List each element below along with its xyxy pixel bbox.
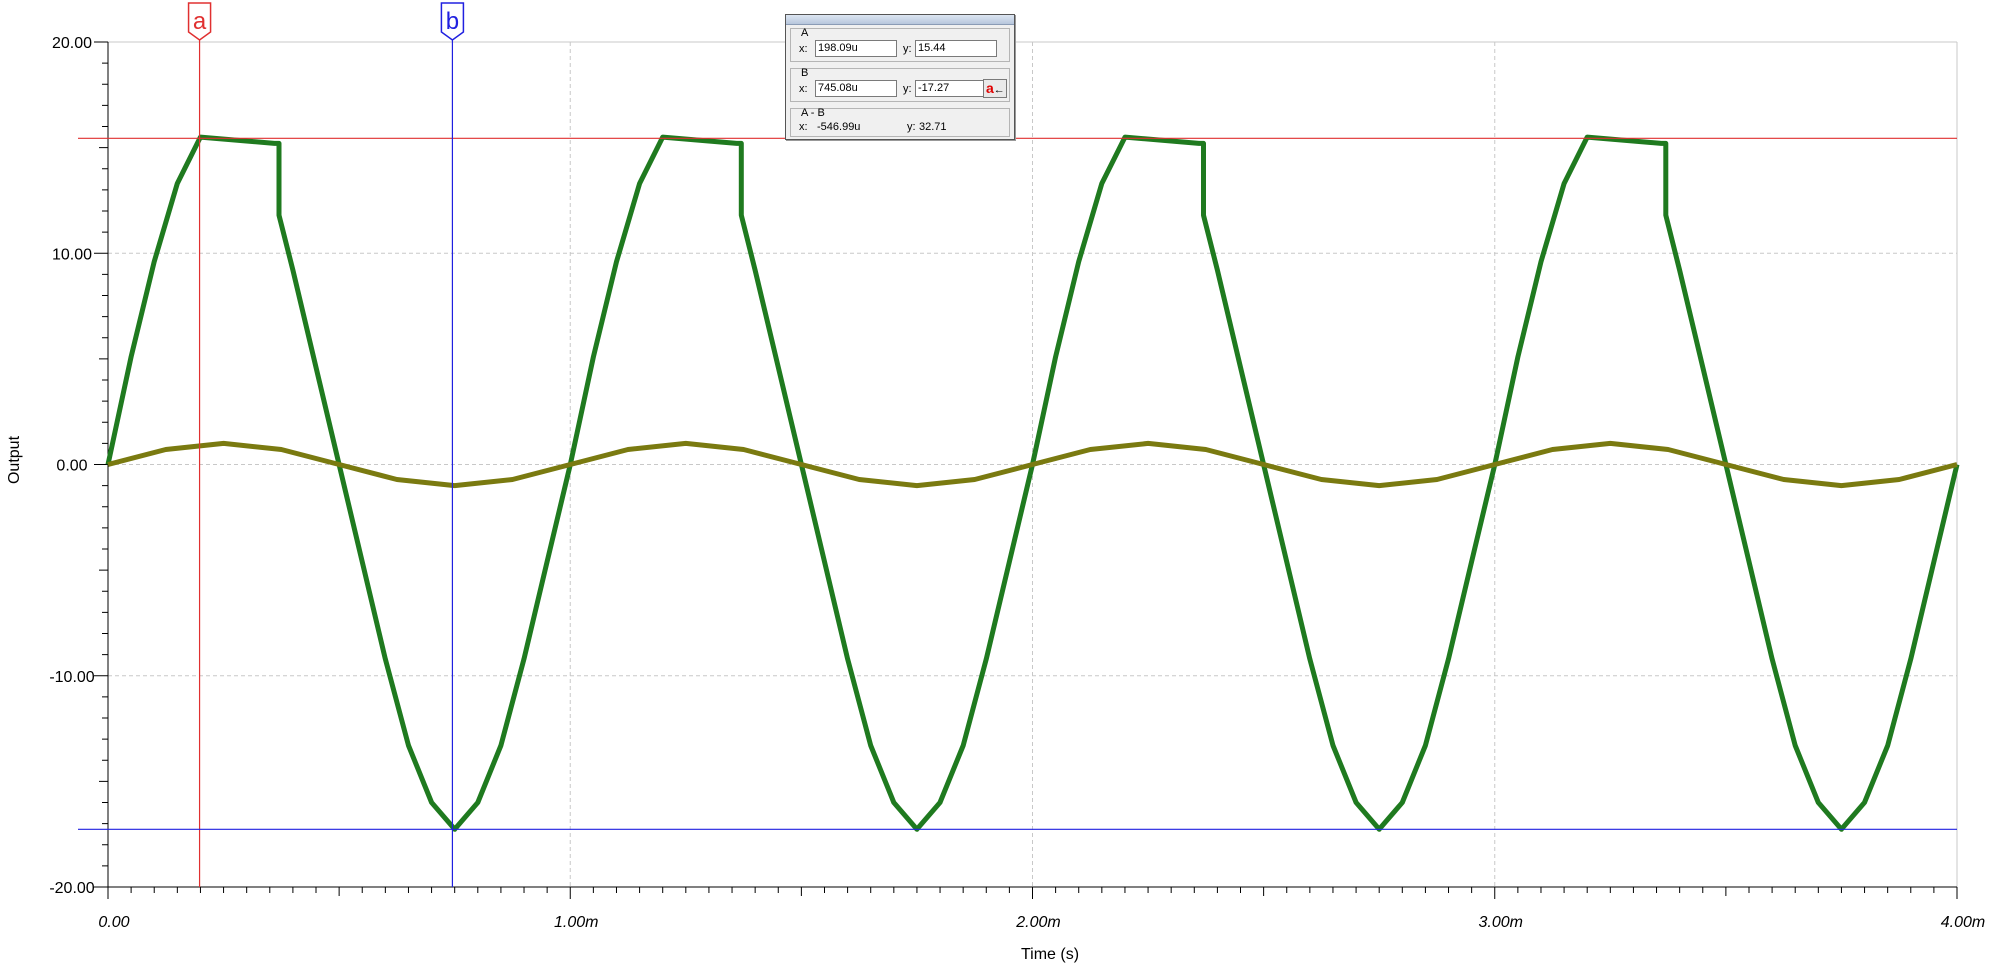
x-tick-label: 0.00	[98, 914, 129, 931]
y-tick-label: 10.00	[52, 246, 92, 263]
oscilloscope-plot: 0.00 1.00m 2.00m 3.00m 4.00m 20.00 10.00 0.00 -1…	[6, 2, 1985, 963]
axis-ticks: 0.00 1.00m 2.00m 3.00m 4.00m 20.00 10.00 0.00 -1…	[49, 35, 1985, 931]
x-tick-label: 1.00m	[554, 914, 598, 931]
y-tick-label: -20.00	[49, 880, 94, 897]
cursor-layer[interactable]: ab	[78, 2, 1957, 887]
cursor-diff-x-value: -546.99u	[817, 121, 861, 133]
cursor-diff-group: A - B x: -546.99u y: 32.71	[790, 107, 1010, 137]
cursor-b-x-field[interactable]: 745.08u	[815, 80, 897, 97]
cursor-diff-y-value: 32.71	[919, 121, 947, 133]
cursor-a-y-label: y:	[903, 43, 912, 55]
cursor-a-y-field[interactable]: 15.44	[915, 40, 997, 57]
arrow-left-icon: ←	[993, 84, 1005, 96]
x-tick-label: 3.00m	[1479, 914, 1523, 931]
y-tick-label: -10.00	[49, 669, 94, 686]
readout-titlebar[interactable]	[786, 15, 1014, 25]
cursor-a-group-label: A	[801, 27, 809, 39]
x-axis-title: Time (s)	[1021, 946, 1079, 963]
cursor-b-group: B x: 745.08u y: -17.27 a←	[790, 67, 1010, 102]
y-tick-label: 20.00	[52, 35, 92, 52]
cursor-a-label: a	[193, 8, 207, 35]
x-tick-label: 2.00m	[1015, 914, 1060, 931]
cursor-snap-button-label: a	[986, 80, 994, 96]
cursor-diff-y-label: y:	[907, 121, 916, 133]
x-tick-label: 4.00m	[1941, 914, 1985, 931]
cursor-a-x-label: x:	[799, 43, 808, 55]
cursor-b-y-label: y:	[903, 83, 912, 95]
cursor-diff-group-label: A - B	[801, 107, 825, 119]
cursor-snap-button[interactable]: a←	[983, 79, 1007, 98]
cursor-diff-x-label: x:	[799, 121, 808, 133]
cursor-b-group-label: B	[801, 67, 809, 79]
cursor-a-x-field[interactable]: 198.09u	[815, 40, 897, 57]
y-tick-label: 0.00	[56, 458, 87, 475]
cursor-b-x-label: x:	[799, 83, 808, 95]
cursor-a-group: A x: 198.09u y: 15.44	[790, 27, 1010, 62]
y-axis-title: Output	[6, 435, 23, 484]
cursor-b-label: b	[446, 8, 459, 35]
cursor-readout-panel[interactable]: A x: 198.09u y: 15.44 B x: 745.08u y: -1…	[785, 14, 1015, 140]
